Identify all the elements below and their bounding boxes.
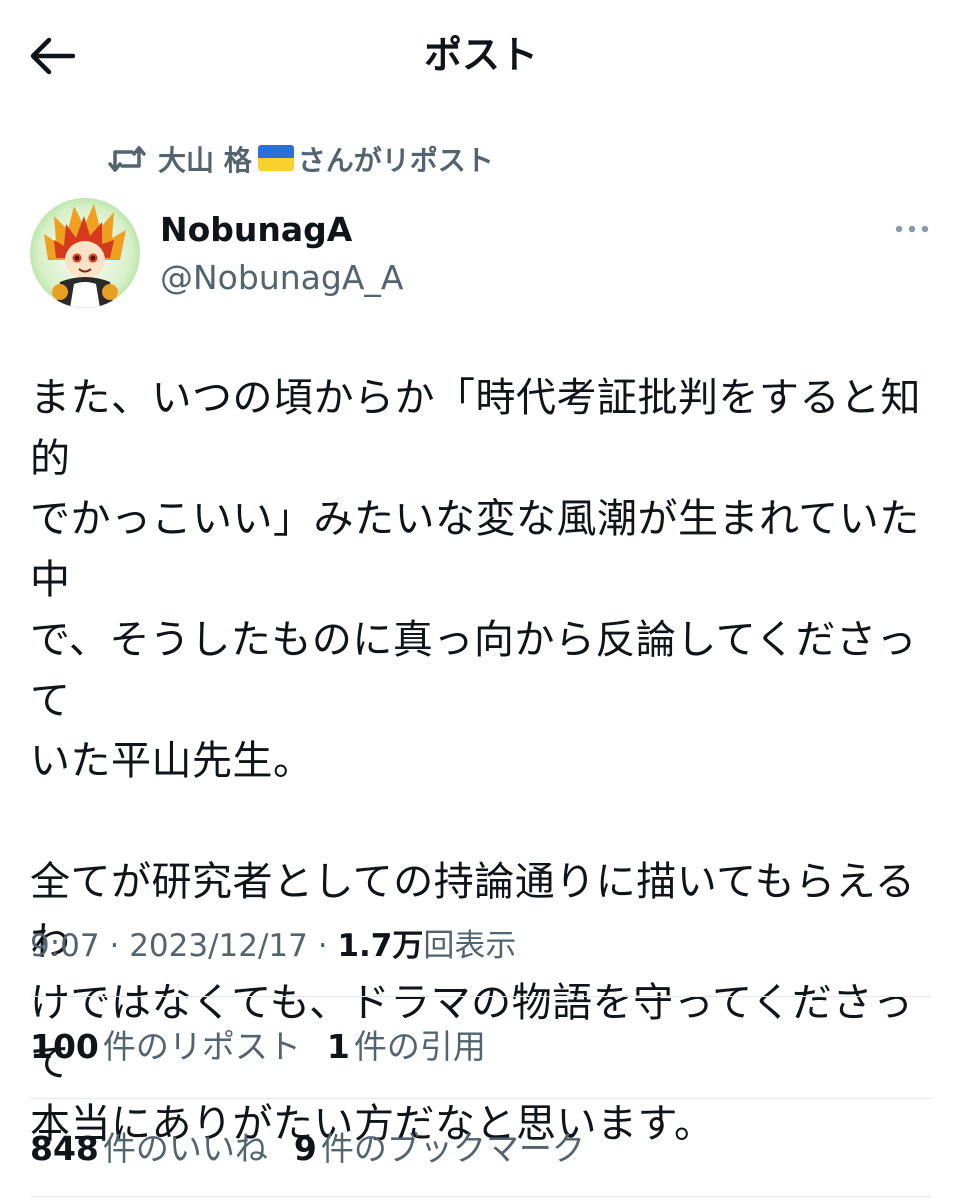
more-dots-icon	[895, 225, 929, 233]
reposts-count: 100	[30, 1027, 99, 1066]
tweet-meta: 9:07 · 2023/12/17 · 1.7万回表示	[30, 924, 516, 968]
reposter-name[interactable]: 大山 格	[158, 139, 252, 179]
author-display-name[interactable]: NobunagA	[160, 208, 352, 252]
bookmarks-label: 件のブックマーク	[320, 1129, 585, 1168]
reposts-label: 件のリポスト	[102, 1027, 301, 1066]
reposts-stat[interactable]: 100 件のリポスト	[30, 1024, 301, 1070]
repost-icon	[108, 140, 146, 178]
view-count[interactable]: 1.7万	[337, 928, 423, 964]
top-bar: ポスト	[0, 0, 962, 110]
avatar[interactable]	[30, 198, 140, 308]
divider	[30, 1098, 932, 1099]
bookmarks-count: 9	[293, 1129, 317, 1168]
quotes-label: 件の引用	[353, 1027, 486, 1066]
likes-count: 848	[30, 1129, 99, 1168]
divider	[30, 1196, 932, 1197]
stats-row-reposts: 100 件のリポスト 1 件の引用	[30, 1024, 512, 1070]
view-label: 回表示	[423, 928, 517, 964]
divider	[30, 996, 932, 997]
quotes-count: 1	[326, 1027, 350, 1066]
tweet-paragraph: 全てが研究者としての持論通りに描いてもらえるわ けではなくても、ドラマの物語を守…	[30, 858, 916, 1147]
likes-stat[interactable]: 848 件のいいね	[30, 1126, 268, 1172]
stats-row-likes: 848 件のいいね 9 件のブックマーク	[30, 1126, 611, 1172]
repost-context[interactable]: 大山 格 さんがリポスト	[108, 138, 494, 180]
more-options-button[interactable]	[892, 214, 932, 244]
meta-separator: ·	[99, 928, 130, 964]
tweet-time[interactable]: 9:07	[30, 928, 100, 964]
page-title: ポスト	[423, 33, 538, 77]
tweet-paragraph: また、いつの頃からか「時代考証批判をすると知的 でかっこいい」みたいな変な風潮が…	[30, 375, 921, 784]
ukraine-flag-icon	[257, 145, 294, 171]
quotes-stat[interactable]: 1 件の引用	[327, 1024, 486, 1070]
repost-context-suffix: さんがリポスト	[297, 144, 494, 177]
tweet-date[interactable]: 2023/12/17	[129, 928, 308, 964]
likes-label: 件のいいね	[102, 1129, 268, 1168]
meta-separator: ·	[307, 928, 338, 964]
bookmarks-stat[interactable]: 9 件のブックマーク	[294, 1126, 585, 1172]
author-handle[interactable]: @NobunagA_A	[160, 256, 403, 300]
